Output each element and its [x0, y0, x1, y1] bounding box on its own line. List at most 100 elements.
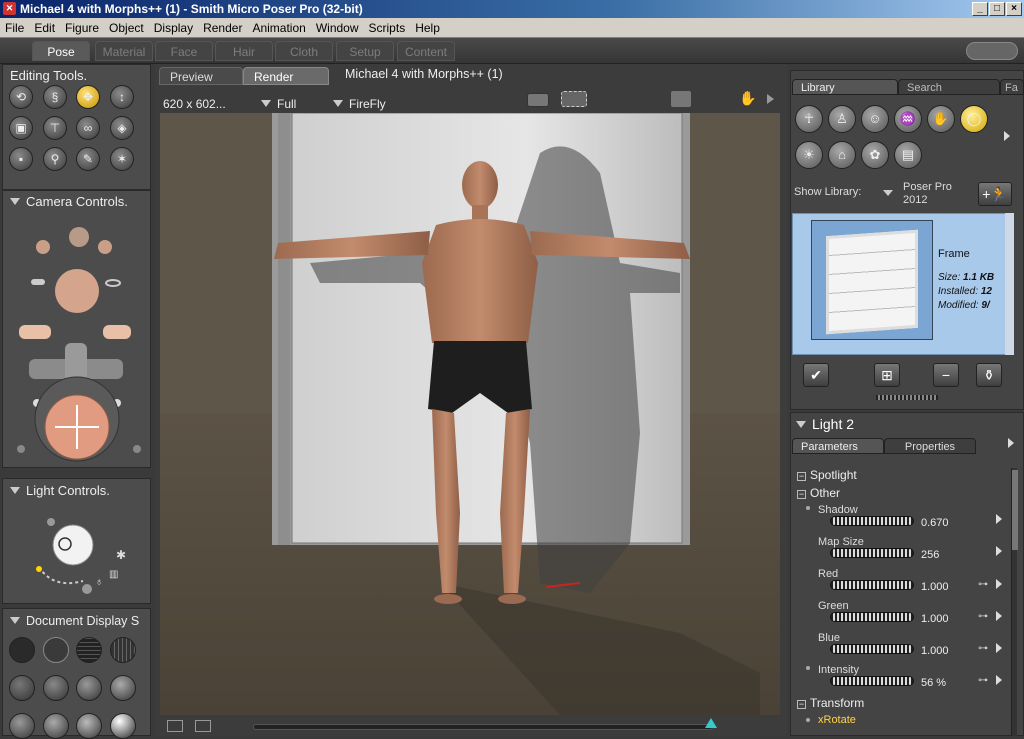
remove-from-library-button[interactable]: −: [933, 363, 959, 387]
outline-style-icon[interactable]: [43, 637, 69, 663]
taper-tool-icon[interactable]: ⊤: [43, 116, 67, 140]
tab-parameters[interactable]: Parameters: [792, 438, 884, 454]
menu-object[interactable]: Object: [104, 18, 149, 38]
panel-resize-grip[interactable]: [876, 395, 938, 400]
cartoon-style-icon[interactable]: [110, 675, 136, 701]
camera-controls-widget[interactable]: [3, 213, 152, 467]
menu-help[interactable]: Help: [410, 18, 445, 38]
tab-preview[interactable]: Preview: [159, 67, 243, 85]
frame-icon-2[interactable]: [195, 720, 211, 732]
frame-icon-1[interactable]: [167, 720, 183, 732]
lights-category-icon[interactable]: ☀: [795, 141, 823, 169]
render-camera-icon[interactable]: [527, 93, 549, 107]
translate-in-out-tool-icon[interactable]: ↕: [110, 85, 134, 109]
room-tab-hair[interactable]: Hair: [215, 41, 273, 61]
scenes-category-icon[interactable]: ▤: [894, 141, 922, 169]
pan-hand-icon[interactable]: ✋: [739, 90, 756, 107]
param-green-link-icon[interactable]: ⊶: [978, 611, 988, 622]
expressions-category-icon[interactable]: ☺: [861, 105, 889, 133]
group-other[interactable]: − Other: [797, 486, 840, 500]
library-selector[interactable]: Poser Pro 2012: [903, 181, 952, 207]
library-item-preview[interactable]: Frame Size: 1.1 KB Installed: 12 Modifie…: [792, 213, 1014, 355]
render-canvas[interactable]: [160, 113, 780, 715]
param-shadow-value[interactable]: 0.670: [921, 517, 949, 529]
tab-render[interactable]: Render: [243, 67, 329, 85]
close-button[interactable]: ×: [1006, 2, 1022, 16]
hands-category-icon[interactable]: ✋: [927, 105, 955, 133]
menu-animation[interactable]: Animation: [247, 18, 310, 38]
figures-category-icon[interactable]: ☥: [795, 105, 823, 133]
props-category-icon[interactable]: ◯: [960, 105, 988, 133]
translate-tool-icon[interactable]: ✥: [76, 85, 100, 109]
tab-library[interactable]: Library: [792, 79, 898, 95]
hair-category-icon[interactable]: ♒: [894, 105, 922, 133]
param-blue-link-icon[interactable]: ⊶: [978, 643, 988, 654]
param-red-link-icon[interactable]: ⊶: [978, 579, 988, 590]
frame-thumbnail[interactable]: [811, 220, 933, 340]
scale-tool-icon[interactable]: ▣: [9, 116, 33, 140]
timeline-handle-icon[interactable]: [705, 718, 717, 728]
menu-scripts[interactable]: Scripts: [364, 18, 411, 38]
preview-style-icon[interactable]: [110, 713, 136, 739]
minimize-button[interactable]: _: [972, 2, 988, 16]
maximize-button[interactable]: □: [989, 2, 1005, 16]
param-red-value[interactable]: 1.000: [921, 581, 949, 593]
room-tab-setup[interactable]: Setup: [336, 41, 394, 61]
menu-window[interactable]: Window: [311, 18, 364, 38]
menu-display[interactable]: Display: [149, 18, 198, 38]
cameras-category-icon[interactable]: ⌂: [828, 141, 856, 169]
param-intensity-menu-icon[interactable]: [996, 675, 1002, 685]
tab-properties[interactable]: Properties: [884, 438, 976, 454]
group-transform[interactable]: − Transform: [797, 696, 864, 710]
param-green-dial[interactable]: [830, 612, 914, 622]
parameters-menu-arrow-icon[interactable]: [1008, 438, 1014, 448]
area-render-icon[interactable]: [561, 91, 587, 107]
smooth-shaded-style-icon[interactable]: [9, 713, 35, 739]
menu-render[interactable]: Render: [198, 18, 247, 38]
twist-tool-icon[interactable]: §: [43, 85, 67, 109]
poses-category-icon[interactable]: ♙: [828, 105, 856, 133]
render-area-dropdown[interactable]: Full: [261, 97, 296, 111]
library-more-arrow-icon[interactable]: [1004, 131, 1010, 141]
add-library-folder-icon[interactable]: +🏃: [978, 182, 1012, 206]
rotate-tool-icon[interactable]: ⟲: [9, 85, 33, 109]
menu-edit[interactable]: Edit: [29, 18, 60, 38]
texture-shaded-style-icon[interactable]: [76, 713, 102, 739]
renderer-dropdown[interactable]: FireFly: [333, 97, 386, 111]
param-map-size-dial[interactable]: [830, 548, 914, 558]
lit-wireframe-style-icon[interactable]: [9, 675, 35, 701]
room-tab-cloth[interactable]: Cloth: [275, 41, 333, 61]
tab-favorites[interactable]: Fa: [1000, 79, 1024, 95]
param-red-dial[interactable]: [830, 580, 914, 590]
param-shadow-dial[interactable]: [830, 516, 914, 526]
room-tab-content[interactable]: Content: [397, 41, 455, 61]
timeline-slider[interactable]: [253, 724, 713, 730]
param-green-value[interactable]: 1.000: [921, 613, 949, 625]
room-tab-material[interactable]: Material: [95, 41, 153, 61]
menu-file[interactable]: File: [0, 18, 29, 38]
param-blue-dial[interactable]: [830, 644, 914, 654]
viewport-menu-arrow-icon[interactable]: [767, 94, 774, 104]
direct-manipulation-icon[interactable]: ✶: [110, 147, 134, 171]
param-green-menu-icon[interactable]: [996, 611, 1002, 621]
chain-break-tool-icon[interactable]: ∞: [76, 116, 100, 140]
parameters-scrollbar[interactable]: [1011, 468, 1018, 736]
library-dropdown-arrow-icon[interactable]: [883, 190, 893, 196]
help-toggle-icon[interactable]: [966, 42, 1018, 60]
room-tab-pose[interactable]: Pose: [32, 41, 90, 61]
flat-shaded-style-icon[interactable]: [43, 675, 69, 701]
group-spotlight[interactable]: − Spotlight: [797, 468, 857, 482]
param-blue-value[interactable]: 1.000: [921, 645, 949, 657]
tab-search[interactable]: Search: [898, 79, 1000, 95]
hidden-line-style-icon[interactable]: [110, 637, 136, 663]
smooth-lined-style-icon[interactable]: [43, 713, 69, 739]
parameters-actor-title[interactable]: Light 2: [796, 416, 854, 432]
param-shadow-menu-icon[interactable]: [996, 514, 1002, 524]
param-map-size-menu-icon[interactable]: [996, 546, 1002, 556]
silhouette-style-icon[interactable]: [9, 637, 35, 663]
light-controls-widget[interactable]: ✱ ♁ ▥: [3, 509, 152, 599]
render-settings-icon[interactable]: [671, 91, 691, 107]
view-magnifier-icon[interactable]: ⚲: [43, 147, 67, 171]
menu-figure[interactable]: Figure: [60, 18, 104, 38]
param-intensity-value[interactable]: 56 %: [921, 677, 946, 689]
